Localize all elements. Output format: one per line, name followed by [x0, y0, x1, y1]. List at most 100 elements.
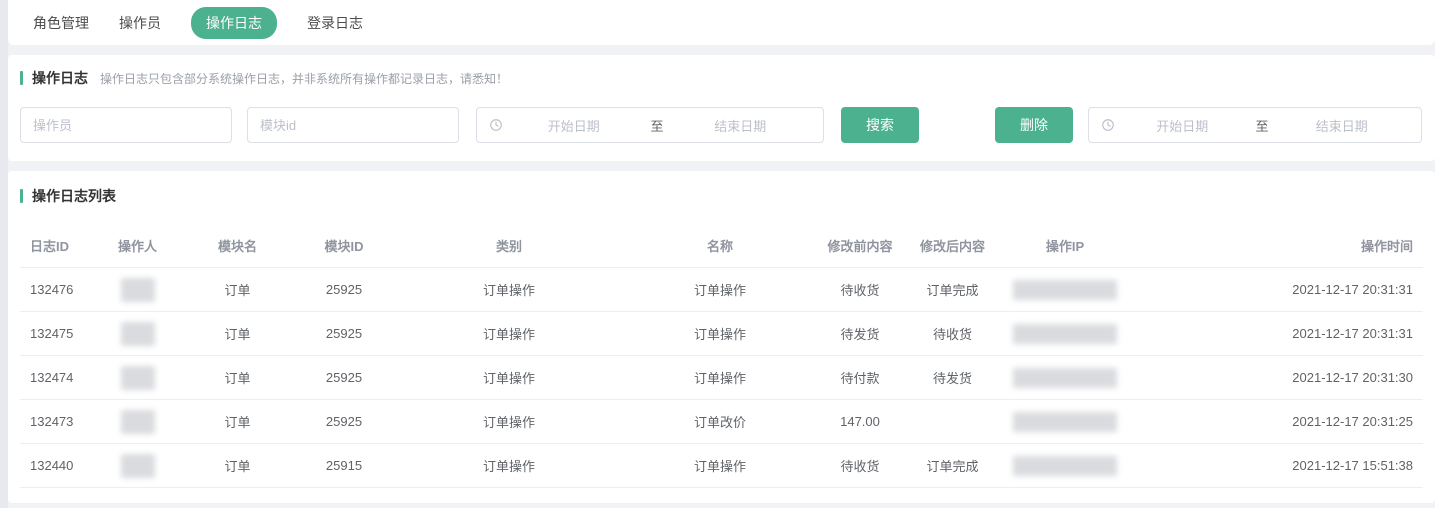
cell-log_id: 132474	[20, 356, 90, 400]
cell-before: 待付款	[820, 356, 900, 400]
redacted-ip	[1013, 368, 1117, 388]
start-date-placeholder[interactable]: 开始日期	[1115, 116, 1250, 135]
cell-module_id: 25915	[290, 444, 398, 488]
cell-ip	[1005, 312, 1125, 356]
cell-before: 待收货	[820, 444, 900, 488]
search-section-title: 操作日志 操作日志只包含部分系统操作日志，并非系统所有操作都记录日志，请悉知！	[20, 65, 1423, 91]
cell-module: 订单	[185, 400, 290, 444]
redacted-operator	[121, 454, 155, 478]
module-id-input[interactable]	[247, 107, 459, 143]
log-list-card: 操作日志列表 日志ID操作人模块名模块ID类别名称修改前内容修改后内容操作IP操…	[8, 171, 1435, 503]
cell-before: 147.00	[820, 400, 900, 444]
search-button[interactable]: 搜索	[841, 107, 919, 143]
redacted-operator	[121, 278, 155, 302]
table-header-row: 日志ID操作人模块名模块ID类别名称修改前内容修改后内容操作IP操作时间	[20, 223, 1423, 268]
search-card: 操作日志 操作日志只包含部分系统操作日志，并非系统所有操作都记录日志，请悉知！ …	[8, 55, 1435, 161]
column-header: 操作IP	[1005, 223, 1125, 268]
delete-button[interactable]: 删除	[995, 107, 1073, 143]
cell-category: 订单操作	[398, 444, 620, 488]
title-accent-bar	[20, 71, 23, 85]
end-date-placeholder[interactable]: 结束日期	[670, 116, 812, 135]
cell-log_id: 132475	[20, 312, 90, 356]
cell-operator	[90, 356, 185, 400]
cell-module_id: 25925	[290, 356, 398, 400]
list-section-title: 操作日志列表	[20, 183, 1423, 209]
column-header: 操作时间	[1125, 223, 1423, 268]
cell-time: 2021-12-17 20:31:30	[1125, 356, 1423, 400]
page-title: 操作日志	[32, 68, 88, 88]
cell-name: 订单操作	[620, 268, 820, 312]
redacted-ip	[1013, 324, 1117, 344]
cell-ip	[1005, 356, 1125, 400]
column-header: 修改后内容	[900, 223, 1005, 268]
table-row: 132473订单25925订单操作订单改价147.002021-12-17 20…	[20, 400, 1423, 444]
cell-module: 订单	[185, 312, 290, 356]
title-accent-bar	[20, 189, 23, 203]
cell-ip	[1005, 444, 1125, 488]
cell-category: 订单操作	[398, 268, 620, 312]
date-separator: 至	[645, 116, 670, 135]
start-date-placeholder[interactable]: 开始日期	[503, 116, 645, 135]
filter-form: 开始日期 至 结束日期 搜索 删除 开始日期 至 结束日期	[20, 107, 1423, 143]
search-date-range-picker[interactable]: 开始日期 至 结束日期	[476, 107, 824, 143]
clock-icon	[1101, 118, 1115, 132]
column-header: 模块ID	[290, 223, 398, 268]
cell-after: 订单完成	[900, 444, 1005, 488]
column-header: 类别	[398, 223, 620, 268]
table-row: 132440订单25915订单操作订单操作待收货订单完成2021-12-17 1…	[20, 444, 1423, 488]
table-row: 132474订单25925订单操作订单操作待付款待发货2021-12-17 20…	[20, 356, 1423, 400]
redacted-ip	[1013, 456, 1117, 476]
column-header: 修改前内容	[820, 223, 900, 268]
cell-time: 2021-12-17 20:31:31	[1125, 312, 1423, 356]
cell-operator	[90, 312, 185, 356]
redacted-ip	[1013, 280, 1117, 300]
column-header: 名称	[620, 223, 820, 268]
column-header: 模块名	[185, 223, 290, 268]
end-date-placeholder[interactable]: 结束日期	[1275, 116, 1410, 135]
redacted-operator	[121, 410, 155, 434]
cell-log_id: 132440	[20, 444, 90, 488]
redacted-ip	[1013, 412, 1117, 432]
tab-bar: 角色管理 操作员 操作日志 登录日志	[20, 7, 363, 39]
cell-after: 订单完成	[900, 268, 1005, 312]
list-title: 操作日志列表	[32, 186, 116, 206]
cell-name: 订单操作	[620, 444, 820, 488]
cell-module_id: 25925	[290, 268, 398, 312]
tab-login-log[interactable]: 登录日志	[307, 13, 363, 33]
cell-before: 待收货	[820, 268, 900, 312]
cell-after: 待发货	[900, 356, 1005, 400]
page-left-strip	[0, 0, 8, 508]
tab-operators[interactable]: 操作员	[119, 13, 161, 33]
cell-name: 订单改价	[620, 400, 820, 444]
column-header: 操作人	[90, 223, 185, 268]
cell-operator	[90, 268, 185, 312]
clock-icon	[489, 118, 503, 132]
cell-time: 2021-12-17 20:31:25	[1125, 400, 1423, 444]
tab-card: 角色管理 操作员 操作日志 登录日志	[8, 0, 1435, 45]
column-header: 日志ID	[20, 223, 90, 268]
tab-operation-log[interactable]: 操作日志	[191, 7, 277, 39]
table-row: 132476订单25925订单操作订单操作待收货订单完成2021-12-17 2…	[20, 268, 1423, 312]
delete-date-range-picker[interactable]: 开始日期 至 结束日期	[1088, 107, 1422, 143]
cell-module_id: 25925	[290, 312, 398, 356]
cell-module_id: 25925	[290, 400, 398, 444]
admin-log-page: 角色管理操作员操作日志登录日志 操作日志 操作日志只包含部分系统操作日志，并非系…	[8, 0, 1435, 503]
cell-category: 订单操作	[398, 312, 620, 356]
cell-before: 待发货	[820, 312, 900, 356]
cell-after: 待收货	[900, 312, 1005, 356]
operator-input[interactable]	[20, 107, 232, 143]
cell-name: 订单操作	[620, 356, 820, 400]
cell-after	[900, 400, 1005, 444]
cell-module: 订单	[185, 356, 290, 400]
cell-category: 订单操作	[398, 356, 620, 400]
operation-log-table: 日志ID操作人模块名模块ID类别名称修改前内容修改后内容操作IP操作时间 132…	[20, 223, 1423, 488]
table-row: 132475订单25925订单操作订单操作待发货待收货2021-12-17 20…	[20, 312, 1423, 356]
redacted-operator	[121, 366, 155, 390]
cell-log_id: 132476	[20, 268, 90, 312]
tab-role-management[interactable]: 角色管理	[33, 13, 89, 33]
cell-module: 订单	[185, 444, 290, 488]
cell-name: 订单操作	[620, 312, 820, 356]
cell-category: 订单操作	[398, 400, 620, 444]
cell-ip	[1005, 268, 1125, 312]
cell-time: 2021-12-17 15:51:38	[1125, 444, 1423, 488]
